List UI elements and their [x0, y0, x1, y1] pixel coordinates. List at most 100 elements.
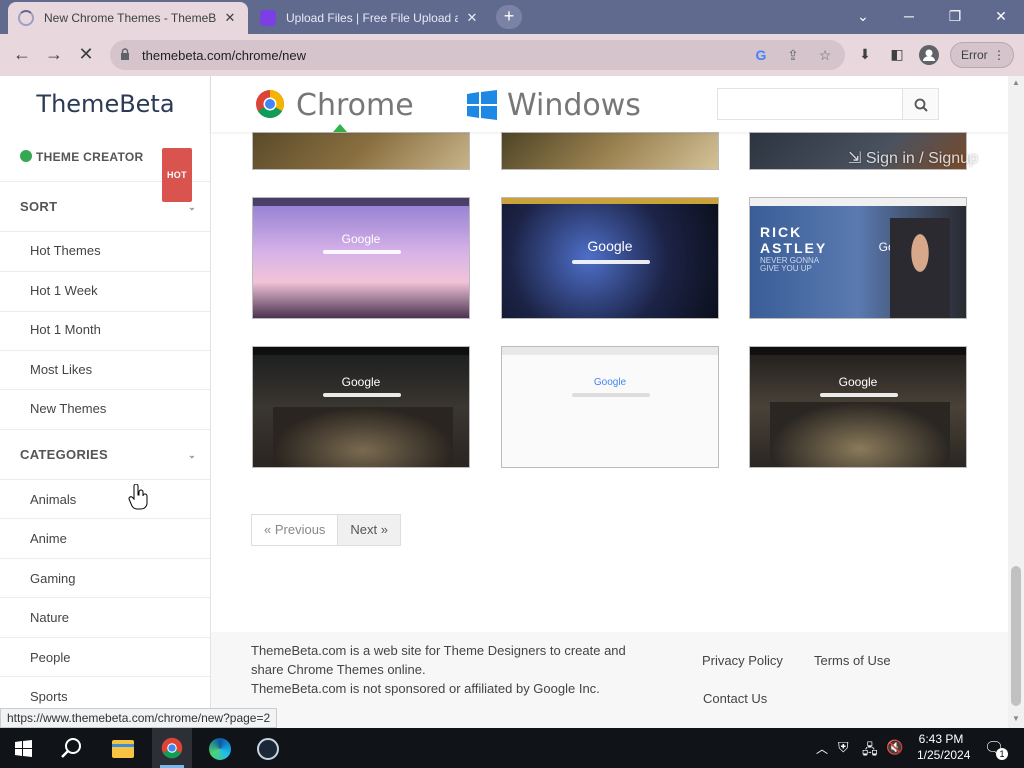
- signin-link[interactable]: ⇲ Sign in / Signup: [848, 148, 978, 168]
- new-tab-button[interactable]: +: [496, 5, 522, 29]
- file-explorer-icon[interactable]: [102, 732, 142, 768]
- google-text: Google: [593, 377, 627, 388]
- edge-icon[interactable]: [200, 732, 240, 768]
- share-icon[interactable]: ⇪: [784, 46, 802, 64]
- sort-heading-label: SORT: [20, 199, 58, 214]
- theme-creator-link[interactable]: THEME CREATOR HOT: [0, 132, 210, 202]
- soldiers-image: [770, 402, 950, 467]
- search-icon: [914, 98, 928, 112]
- signin-icon: ⇲: [848, 150, 862, 167]
- sidebar-item-hot-themes[interactable]: Hot Themes: [0, 232, 210, 272]
- sidebar-item-anime[interactable]: Anime: [0, 519, 210, 559]
- tab-title: New Chrome Themes - ThemeBeta: [44, 11, 216, 25]
- tab-search-icon[interactable]: ⌄: [840, 4, 886, 30]
- sidebar-item-new-themes[interactable]: New Themes: [0, 390, 210, 430]
- sidebar-item-nature[interactable]: Nature: [0, 598, 210, 638]
- browser-toolbar: ← → ✕ themebeta.com/chrome/new G ⇪ ☆ ⬇ ◧…: [0, 34, 1024, 76]
- google-text: Google: [341, 375, 381, 389]
- sidebar-item-most-likes[interactable]: Most Likes: [0, 351, 210, 390]
- menu-kebab-icon: ⋮: [993, 48, 1005, 62]
- close-window-button[interactable]: ✕: [978, 4, 1024, 30]
- theme-thumbnail[interactable]: Google: [252, 346, 470, 468]
- theme-thumbnail[interactable]: [252, 132, 470, 170]
- windows-logo-icon: [467, 90, 497, 120]
- search-button[interactable]: [903, 88, 939, 120]
- error-button[interactable]: Error ⋮: [950, 42, 1014, 68]
- thumb-searchbox: [820, 393, 898, 397]
- scroll-down-arrow-icon[interactable]: ▼: [1012, 714, 1020, 723]
- forward-arrow-icon[interactable]: →: [42, 43, 66, 67]
- google-text: Google: [838, 375, 878, 389]
- address-bar[interactable]: themebeta.com/chrome/new G ⇪ ☆: [110, 40, 845, 70]
- scroll-up-arrow-icon[interactable]: ▲: [1012, 78, 1020, 87]
- profile-avatar-icon[interactable]: [917, 43, 941, 67]
- page-scrollbar[interactable]: ▲ ▼: [1008, 76, 1024, 728]
- site-logo[interactable]: ThemeBeta: [0, 76, 211, 132]
- chrome-taskbar-icon[interactable]: [152, 728, 192, 768]
- google-lens-icon[interactable]: G: [752, 46, 770, 64]
- thumb-searchbox: [323, 393, 401, 397]
- side-panel-icon[interactable]: ◧: [885, 43, 909, 67]
- loading-spinner-icon: [18, 10, 34, 26]
- volume-muted-icon[interactable]: 🔇: [886, 739, 903, 756]
- next-page-button[interactable]: Next »: [338, 514, 401, 546]
- show-hidden-icons-icon[interactable]: ︿: [816, 740, 828, 757]
- terms-of-use-link[interactable]: Terms of Use: [814, 651, 891, 670]
- soldiers-image: [273, 407, 453, 467]
- categories-heading[interactable]: CATEGORIES ⌄: [0, 430, 210, 480]
- steam-icon[interactable]: [248, 732, 288, 768]
- stop-loading-icon[interactable]: ✕: [74, 43, 98, 67]
- person-image: [890, 218, 950, 318]
- nav-chrome[interactable]: Chrome: [296, 88, 414, 123]
- security-icon[interactable]: ⛨: [838, 739, 849, 756]
- categories-heading-label: CATEGORIES: [20, 447, 108, 462]
- chrome-logo-icon: [256, 90, 284, 118]
- thumb-toolbar: [502, 198, 718, 204]
- tab-themebeta[interactable]: New Chrome Themes - ThemeBeta ✕: [8, 2, 248, 34]
- download-icon[interactable]: ⬇: [853, 43, 877, 67]
- signin-label: Sign in / Signup: [865, 150, 978, 167]
- theme-thumbnail[interactable]: Google: [749, 346, 967, 468]
- footer-line1: ThemeBeta.com is a web site for Theme De…: [251, 643, 626, 658]
- nav-windows[interactable]: Windows: [507, 88, 641, 123]
- close-tab-icon[interactable]: ✕: [222, 10, 238, 26]
- site-footer: ThemeBeta.com is a web site for Theme De…: [211, 632, 1008, 728]
- footer-line2: share Chrome Themes online.: [251, 662, 426, 677]
- top-navigation: Chrome Windows: [211, 76, 1008, 132]
- url-text: themebeta.com/chrome/new: [142, 48, 307, 63]
- sidebar-item-animals[interactable]: Animals: [0, 480, 210, 519]
- network-icon[interactable]: 🖧: [862, 739, 878, 763]
- theme-thumbnail[interactable]: [501, 132, 719, 170]
- thumb-toolbar: [253, 347, 469, 355]
- close-tab-icon[interactable]: ✕: [464, 10, 480, 26]
- thumb-toolbar: [502, 347, 718, 355]
- theme-thumbnail[interactable]: Google: [252, 197, 470, 319]
- bookmark-star-icon[interactable]: ☆: [816, 46, 834, 64]
- chevron-down-icon: ⌄: [188, 450, 196, 460]
- back-arrow-icon[interactable]: ←: [10, 43, 34, 67]
- theme-thumbnail[interactable]: Google: [501, 346, 719, 468]
- previous-page-button[interactable]: « Previous: [251, 514, 339, 546]
- sidebar-item-gaming[interactable]: Gaming: [0, 559, 210, 598]
- windows-taskbar: ︿ ⛨ 🖧 🔇 6:43 PM 1/25/2024 🗨 1: [0, 728, 1024, 768]
- restore-button[interactable]: ❐: [932, 4, 978, 30]
- theme-thumbnail[interactable]: RICK ASTLEY NEVER GONNA GIVE YOU UP Goog…: [749, 197, 967, 319]
- sort-heading[interactable]: SORT ⌄: [0, 182, 210, 232]
- search-input[interactable]: [717, 88, 903, 120]
- sidebar-item-hot-1-week[interactable]: Hot 1 Week: [0, 272, 210, 312]
- privacy-policy-link[interactable]: Privacy Policy: [702, 651, 783, 670]
- windows-start-icon[interactable]: [15, 740, 32, 757]
- sidebar-item-people[interactable]: People: [0, 638, 210, 677]
- minimize-button[interactable]: ─: [886, 4, 932, 30]
- tab-upload-files[interactable]: Upload Files | Free File Upload and ✕: [250, 2, 490, 34]
- scrollbar-thumb[interactable]: [1011, 566, 1021, 706]
- theme-thumbnail[interactable]: Google: [501, 197, 719, 319]
- thumb-searchbox: [572, 260, 650, 264]
- rick-text-line1: RICK: [760, 224, 803, 240]
- footer-line3: ThemeBeta.com is not sponsored or affili…: [251, 681, 600, 696]
- search-icon[interactable]: [61, 737, 83, 759]
- contact-us-link[interactable]: Contact Us: [703, 689, 767, 708]
- web-page: Google Google RICK ASTLEY NEVER GONNA GI…: [0, 76, 1008, 728]
- sidebar-item-hot-1-month[interactable]: Hot 1 Month: [0, 312, 210, 351]
- taskbar-clock[interactable]: 6:43 PM 1/25/2024: [917, 732, 970, 762]
